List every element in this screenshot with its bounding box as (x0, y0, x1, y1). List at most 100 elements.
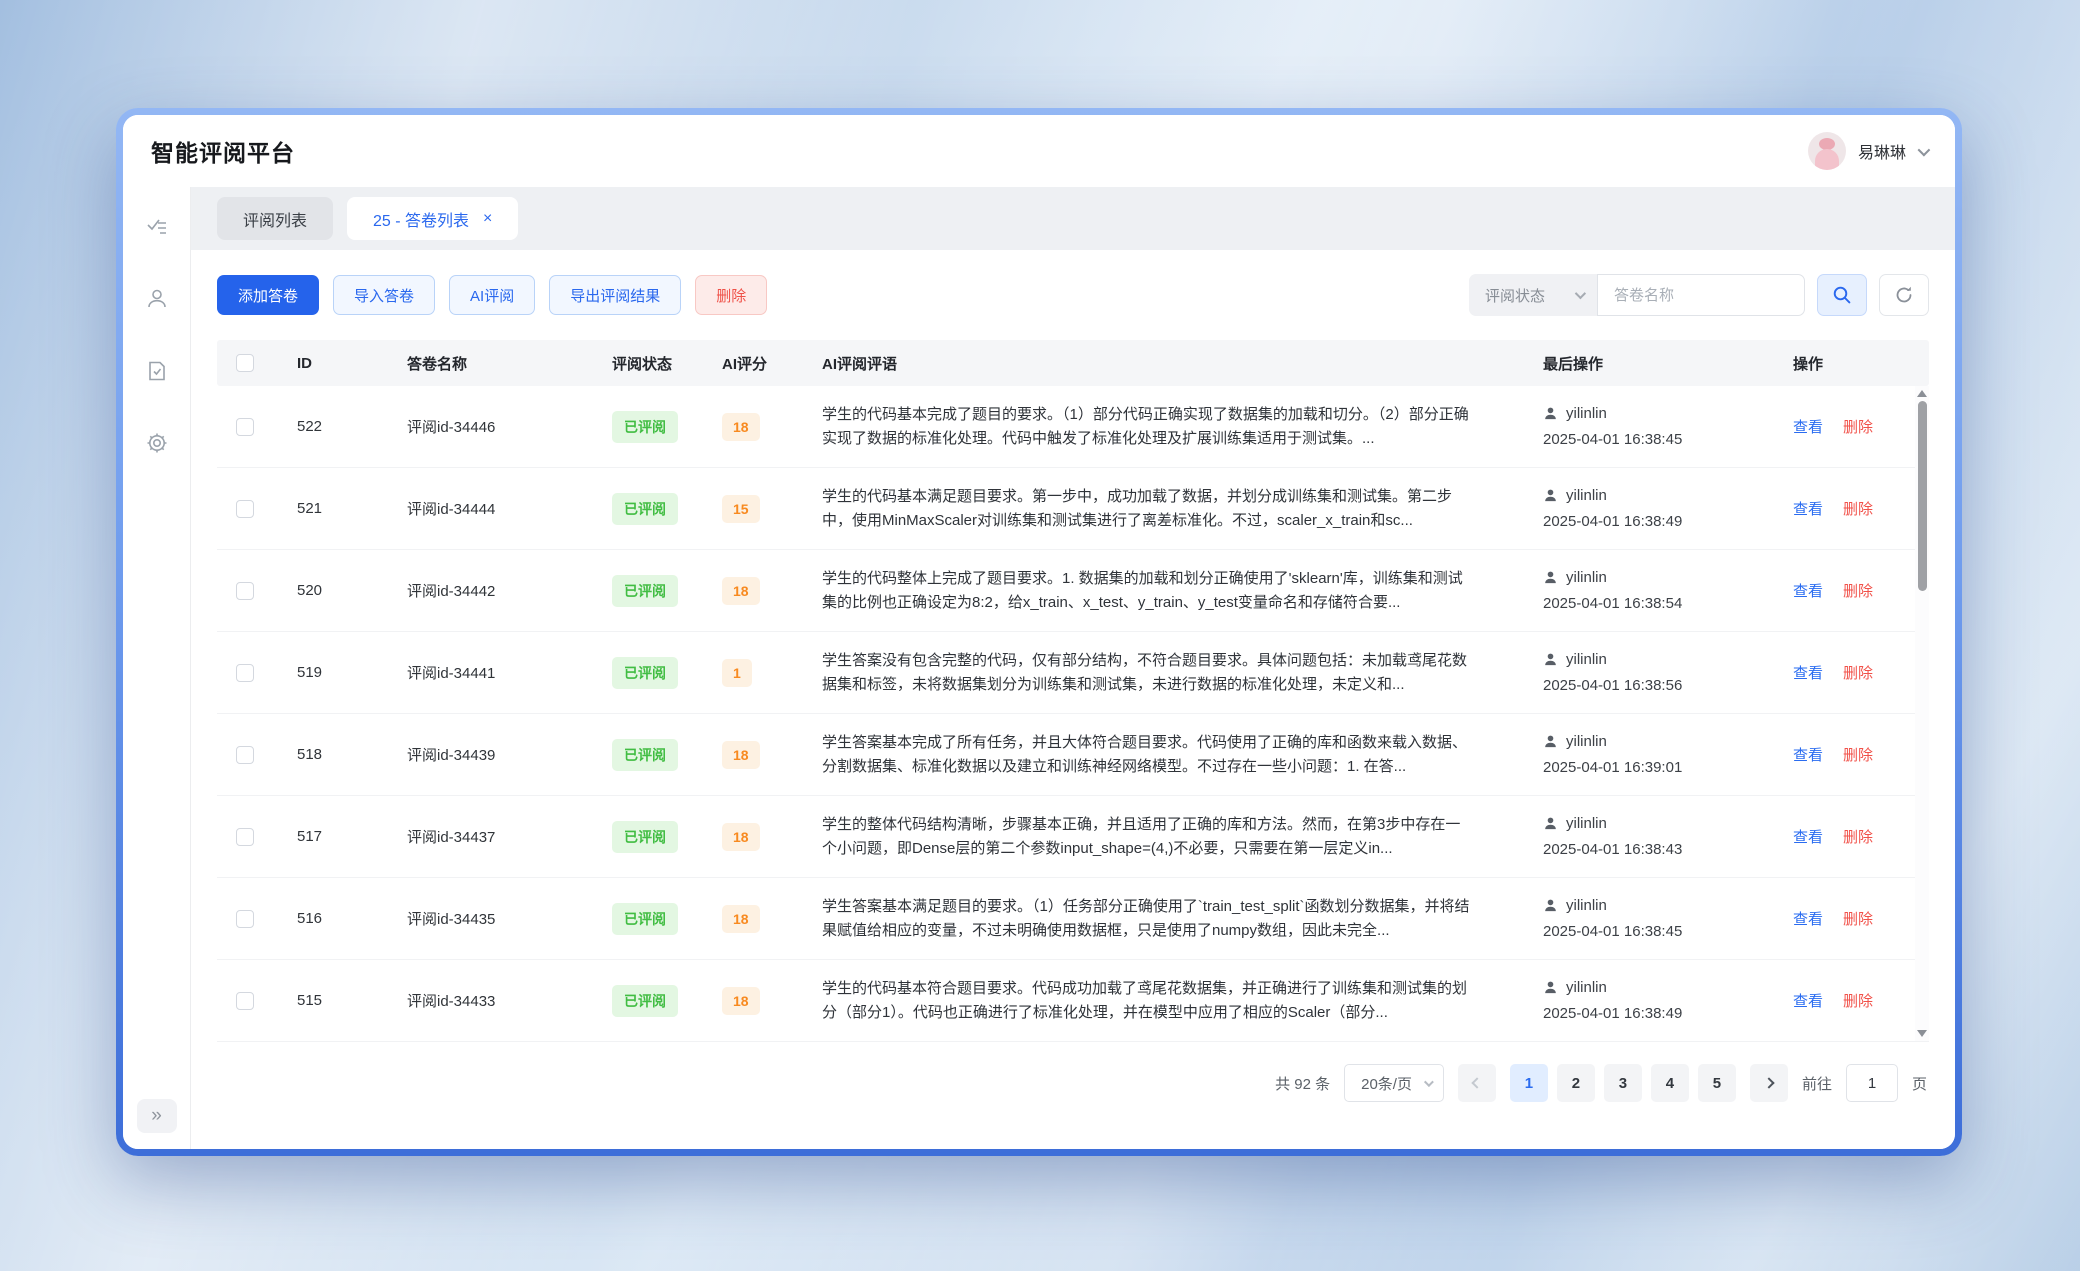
delete-link[interactable]: 删除 (1843, 908, 1873, 929)
page-title: 智能评阅平台 (151, 134, 295, 168)
row-id: 517 (273, 828, 383, 845)
delete-button[interactable]: 删除 (695, 275, 767, 315)
row-checkbox[interactable] (236, 582, 254, 600)
row-comment: 学生答案基本完成了所有任务，并且大体符合题目要求。代码使用了正确的库和函数来载入… (798, 731, 1519, 778)
view-link[interactable]: 查看 (1793, 908, 1823, 929)
review-status-select[interactable]: 评阅状态 (1469, 274, 1597, 316)
row-checkbox[interactable] (236, 500, 254, 518)
prev-page-button[interactable] (1458, 1064, 1496, 1102)
refresh-button[interactable] (1879, 274, 1929, 316)
operator-name: yilinlin (1566, 897, 1607, 914)
col-name: 答卷名称 (383, 353, 588, 374)
scroll-up-icon[interactable] (1917, 390, 1927, 397)
row-name: 评阅id-34442 (383, 580, 588, 601)
row-comment: 学生的代码基本符合题目要求。代码成功加载了鸢尾花数据集，并正确进行了训练集和测试… (798, 977, 1519, 1024)
row-checkbox[interactable] (236, 746, 254, 764)
view-link[interactable]: 查看 (1793, 662, 1823, 683)
delete-link[interactable]: 删除 (1843, 826, 1873, 847)
view-link[interactable]: 查看 (1793, 580, 1823, 601)
refresh-icon (1894, 285, 1914, 305)
operation-time: 2025-04-01 16:38:54 (1543, 595, 1769, 612)
score-badge: 15 (722, 495, 760, 523)
select-all-checkbox[interactable] (236, 354, 254, 372)
delete-link[interactable]: 删除 (1843, 580, 1873, 601)
close-icon[interactable]: × (483, 211, 492, 227)
delete-link[interactable]: 删除 (1843, 416, 1873, 437)
sidebar-collapse-button[interactable]: » (137, 1099, 177, 1133)
view-link[interactable]: 查看 (1793, 744, 1823, 765)
next-page-button[interactable] (1750, 1064, 1788, 1102)
row-checkbox[interactable] (236, 664, 254, 682)
checklist-icon[interactable] (145, 215, 169, 239)
page-size-select[interactable]: 20条/页 (1344, 1064, 1444, 1102)
view-link[interactable]: 查看 (1793, 990, 1823, 1011)
user-name: 易琳琳 (1858, 139, 1906, 163)
score-badge: 18 (722, 741, 760, 769)
delete-link[interactable]: 删除 (1843, 662, 1873, 683)
scroll-down-icon[interactable] (1917, 1030, 1927, 1037)
row-checkbox[interactable] (236, 418, 254, 436)
row-lastop: yilinlin 2025-04-01 16:38:54 (1519, 569, 1769, 612)
table-row: 522 评阅id-34446 已评阅 18 学生的代码基本完成了题目的要求。（1… (217, 386, 1929, 468)
row-checkbox[interactable] (236, 992, 254, 1010)
operator-name: yilinlin (1566, 979, 1607, 996)
row-lastop: yilinlin 2025-04-01 16:38:43 (1519, 815, 1769, 858)
col-comment: AI评阅评语 (798, 353, 1519, 374)
col-status: 评阅状态 (588, 353, 698, 374)
row-id: 519 (273, 664, 383, 681)
person-icon (1543, 652, 1558, 667)
person-icon (1543, 406, 1558, 421)
search-button[interactable] (1817, 274, 1867, 316)
page-button[interactable]: 2 (1557, 1064, 1595, 1102)
table-row: 515 评阅id-34433 已评阅 18 学生的代码基本符合题目要求。代码成功… (217, 960, 1929, 1042)
row-name: 评阅id-34435 (383, 908, 588, 929)
export-result-button[interactable]: 导出评阅结果 (549, 275, 681, 315)
operation-time: 2025-04-01 16:39:01 (1543, 759, 1769, 776)
page-button[interactable]: 1 (1510, 1064, 1548, 1102)
row-lastop: yilinlin 2025-04-01 16:38:49 (1519, 487, 1769, 530)
table-row: 516 评阅id-34435 已评阅 18 学生答案基本满足题目的要求。（1）任… (217, 878, 1929, 960)
table-row: 519 评阅id-34441 已评阅 1 学生答案没有包含完整的代码，仅有部分结… (217, 632, 1929, 714)
settings-icon[interactable] (145, 431, 169, 455)
view-link[interactable]: 查看 (1793, 416, 1823, 437)
user-icon[interactable] (145, 287, 169, 311)
row-name: 评阅id-34446 (383, 416, 588, 437)
scrollbar[interactable] (1915, 386, 1929, 1041)
row-checkbox[interactable] (236, 910, 254, 928)
delete-link[interactable]: 删除 (1843, 744, 1873, 765)
tab-review-list[interactable]: 评阅列表 (217, 197, 333, 240)
goto-page-input[interactable] (1846, 1064, 1898, 1102)
col-action: 操作 (1769, 353, 1929, 374)
page-button[interactable]: 5 (1698, 1064, 1736, 1102)
pagination: 共 92 条 20条/页 1 2 3 4 (217, 1042, 1929, 1128)
scrollbar-thumb[interactable] (1918, 401, 1927, 591)
operation-time: 2025-04-01 16:38:56 (1543, 677, 1769, 694)
table-row: 517 评阅id-34437 已评阅 18 学生的整体代码结构清晰，步骤基本正确… (217, 796, 1929, 878)
answer-name-input[interactable] (1597, 274, 1805, 316)
view-link[interactable]: 查看 (1793, 826, 1823, 847)
page-button[interactable]: 3 (1604, 1064, 1642, 1102)
delete-link[interactable]: 删除 (1843, 990, 1873, 1011)
app-window: 智能评阅平台 易琳琳 (116, 108, 1962, 1156)
delete-link[interactable]: 删除 (1843, 498, 1873, 519)
document-check-icon[interactable] (145, 359, 169, 383)
row-comment: 学生答案基本满足题目的要求。（1）任务部分正确使用了`train_test_sp… (798, 895, 1519, 942)
add-answer-button[interactable]: 添加答卷 (217, 275, 319, 315)
search-icon (1832, 285, 1852, 305)
row-checkbox[interactable] (236, 828, 254, 846)
score-badge: 18 (722, 577, 760, 605)
page-size-label: 20条/页 (1361, 1073, 1412, 1094)
person-icon (1543, 488, 1558, 503)
view-link[interactable]: 查看 (1793, 498, 1823, 519)
operation-time: 2025-04-01 16:38:49 (1543, 513, 1769, 530)
import-answer-button[interactable]: 导入答卷 (333, 275, 435, 315)
user-menu[interactable]: 易琳琳 (1808, 132, 1927, 170)
tab-answer-list[interactable]: 25 - 答卷列表 × (347, 197, 518, 240)
row-name: 评阅id-34444 (383, 498, 588, 519)
ai-review-button[interactable]: AI评阅 (449, 275, 535, 315)
page-button[interactable]: 4 (1651, 1064, 1689, 1102)
col-lastop: 最后操作 (1519, 353, 1769, 374)
avatar[interactable] (1808, 132, 1846, 170)
row-lastop: yilinlin 2025-04-01 16:38:49 (1519, 979, 1769, 1022)
operator-name: yilinlin (1566, 569, 1607, 586)
